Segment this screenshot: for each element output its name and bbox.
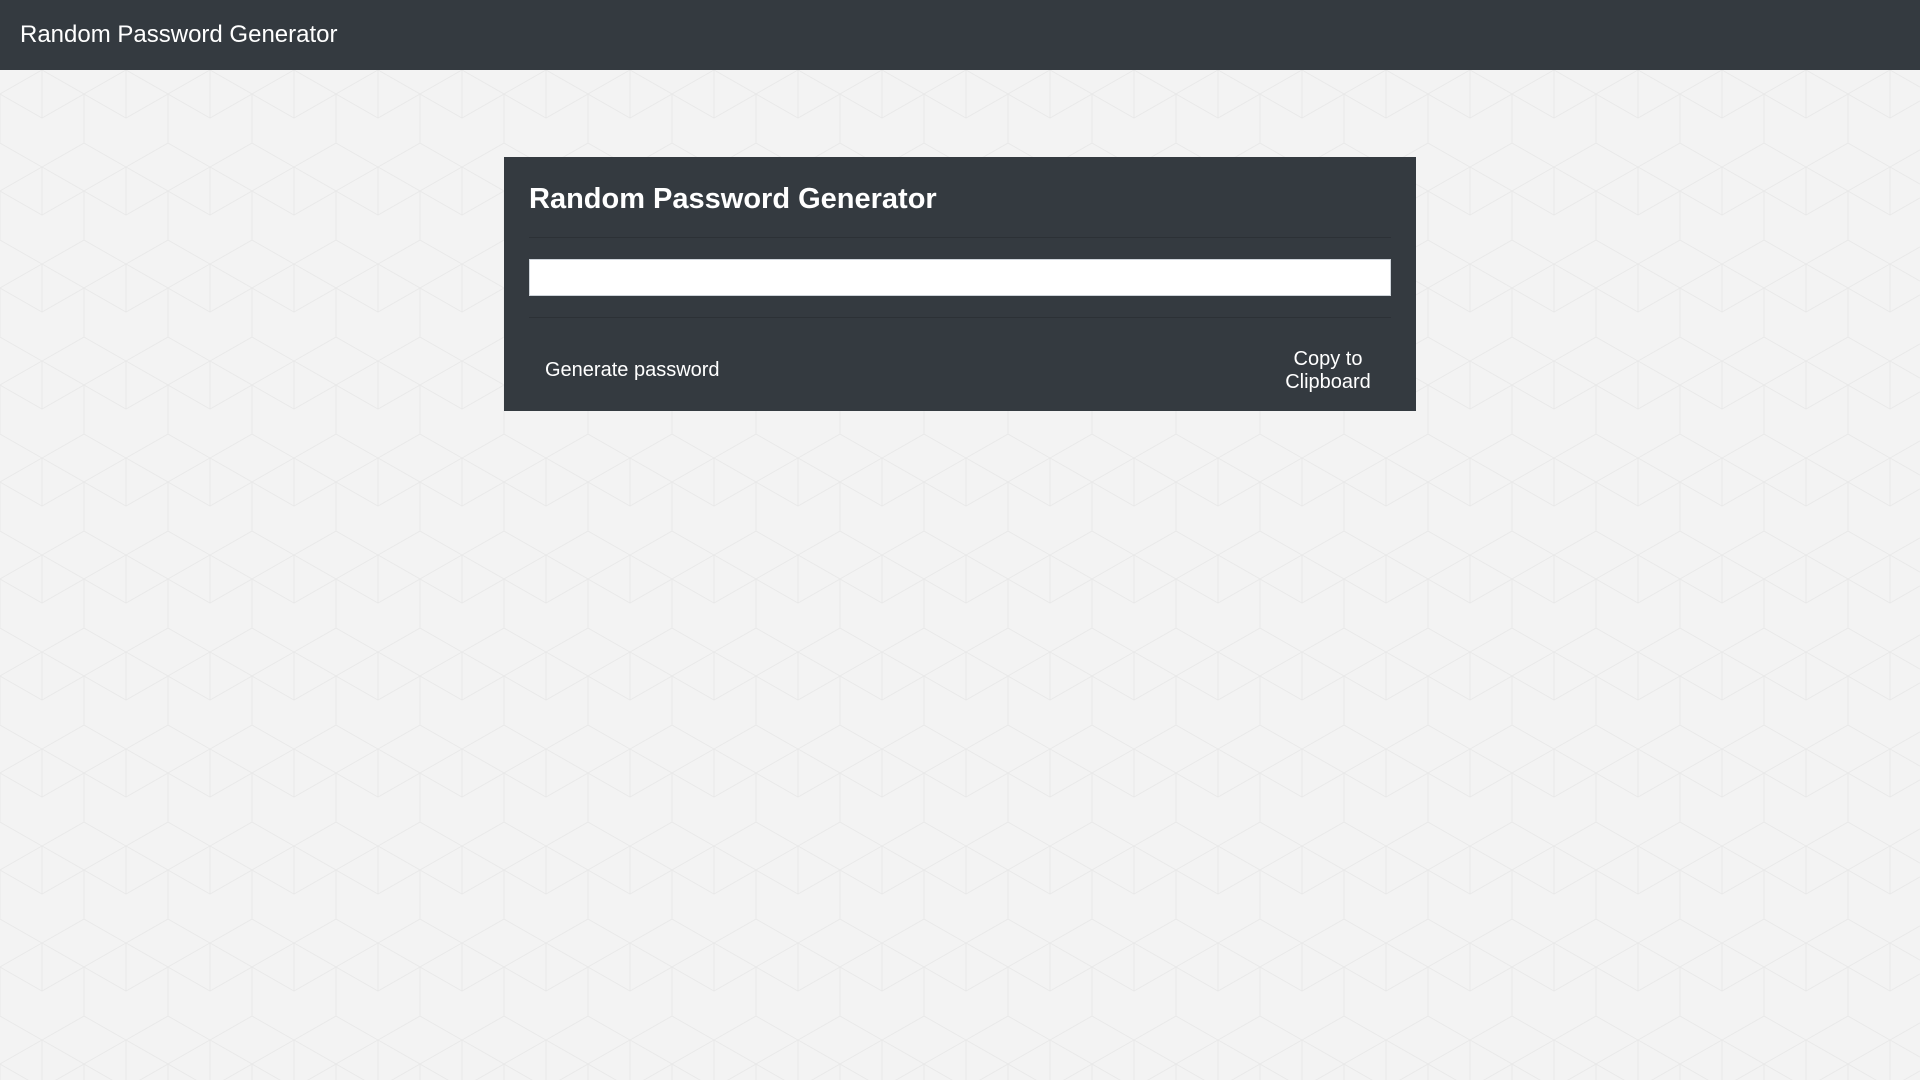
password-output-field[interactable] [529, 259, 1391, 296]
generate-password-button[interactable]: Generate password [529, 348, 736, 392]
password-generator-card: Random Password Generator Generate passw… [504, 157, 1416, 411]
card-header-divider [529, 237, 1391, 238]
card-title: Random Password Generator [529, 183, 937, 215]
navbar-brand[interactable]: Random Password Generator [20, 21, 337, 49]
copy-to-clipboard-button[interactable]: Copy to Clipboard [1240, 348, 1416, 393]
card-footer-divider [529, 317, 1391, 318]
navbar: Random Password Generator [0, 0, 1920, 70]
